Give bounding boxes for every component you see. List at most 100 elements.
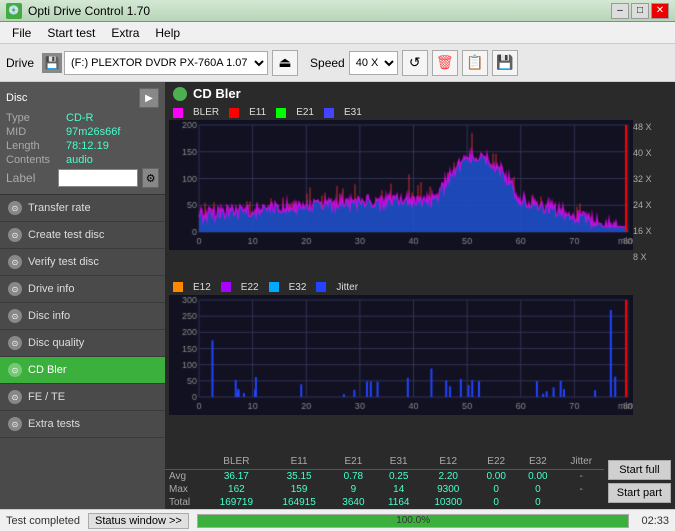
legend-e12-color <box>173 282 183 292</box>
col-header-e21: E21 <box>330 454 376 470</box>
col-header-jitter: Jitter <box>559 454 604 470</box>
copy-button[interactable]: 📋 <box>462 50 488 76</box>
total-jitter <box>559 496 604 509</box>
nav-verify-test-disc[interactable]: ⊙ Verify test disc <box>0 249 165 276</box>
max-bler: 162 <box>205 483 268 496</box>
nav-label-create: Create test disc <box>28 229 104 241</box>
app-title: Opti Drive Control 1.70 <box>28 4 150 18</box>
nav-transfer-rate[interactable]: ⊙ Transfer rate <box>0 195 165 222</box>
y-right-1: 48 X <box>633 122 671 132</box>
stats-avg-row: Avg 36.17 35.15 0.78 0.25 2.20 0.00 0.00… <box>165 470 604 484</box>
nav-disc-quality[interactable]: ⊙ Disc quality <box>0 330 165 357</box>
drive-label: Drive <box>6 56 34 70</box>
col-header-e22: E22 <box>475 454 517 470</box>
maximize-button[interactable]: □ <box>631 3 649 19</box>
refresh-button[interactable]: ↺ <box>402 50 428 76</box>
legend-e22-color <box>221 282 231 292</box>
y-right-2: 40 X <box>633 148 671 158</box>
bottom-chart <box>169 295 633 415</box>
chart-icon <box>173 87 187 101</box>
y-right-4: 24 X <box>633 200 671 210</box>
stats-area: BLER E11 E21 E31 E12 E22 E32 Jitter Avg <box>165 454 675 509</box>
total-e32: 0 <box>517 496 559 509</box>
save-button[interactable]: 💾 <box>492 50 518 76</box>
nav-icon-create: ⊙ <box>8 228 22 242</box>
avg-label: Avg <box>165 470 205 484</box>
nav-label-drive: Drive info <box>28 283 74 295</box>
col-header-e12: E12 <box>421 454 475 470</box>
progress-text: 100.0% <box>198 515 629 527</box>
avg-e21: 0.78 <box>330 470 376 484</box>
max-e31: 14 <box>376 483 421 496</box>
total-e22: 0 <box>475 496 517 509</box>
menu-extra[interactable]: Extra <box>103 24 147 42</box>
nav-fe-te[interactable]: ⊙ FE / TE <box>0 384 165 411</box>
nav-create-test-disc[interactable]: ⊙ Create test disc <box>0 222 165 249</box>
legend-e32-color <box>269 282 279 292</box>
nav-cd-bler[interactable]: ⊙ CD Bler <box>0 357 165 384</box>
nav-label-verify: Verify test disc <box>28 256 99 268</box>
nav-label-disc: Disc info <box>28 310 70 322</box>
nav-icon-transfer: ⊙ <box>8 201 22 215</box>
nav-disc-info[interactable]: ⊙ Disc info <box>0 303 165 330</box>
start-part-button[interactable]: Start part <box>608 483 671 503</box>
y-right-5: 16 X <box>633 226 671 236</box>
chart-header: CD Bler <box>165 82 675 105</box>
col-header-bler: BLER <box>205 454 268 470</box>
menu-help[interactable]: Help <box>147 24 188 42</box>
app-icon: 💿 <box>6 3 22 19</box>
contents-label: Contents <box>6 154 66 166</box>
label-label: Label <box>6 171 54 185</box>
eject-button[interactable]: ⏏ <box>272 50 298 76</box>
menu-start-test[interactable]: Start test <box>39 24 103 42</box>
avg-e22: 0.00 <box>475 470 517 484</box>
bottom-chart-container <box>169 295 671 455</box>
sidebar: Disc ▶ Type CD-R MID 97m26s66f Length 78… <box>0 82 165 509</box>
status-window-button[interactable]: Status window >> <box>88 513 189 529</box>
max-e12: 9300 <box>421 483 475 496</box>
top-chart-legend: BLER E11 E21 E31 <box>165 105 675 120</box>
stats-max-row: Max 162 159 9 14 9300 0 0 - <box>165 483 604 496</box>
legend-e21: E21 <box>296 107 314 118</box>
disc-arrow-button[interactable]: ▶ <box>139 88 159 108</box>
progress-bar: 100.0% <box>197 514 630 528</box>
max-jitter: - <box>559 483 604 496</box>
top-chart-container: 48 X 40 X 32 X 24 X 16 X 8 X <box>169 120 671 280</box>
disc-header-label: Disc <box>6 92 27 104</box>
nav-label-transfer: Transfer rate <box>28 202 91 214</box>
gear-button[interactable]: ⚙ <box>142 168 159 188</box>
stats-table: BLER E11 E21 E31 E12 E22 E32 Jitter Avg <box>165 454 604 509</box>
avg-jitter: - <box>559 470 604 484</box>
label-input[interactable] <box>58 169 138 187</box>
drive-dropdown[interactable]: (F:) PLEXTOR DVDR PX-760A 1.07 <box>64 51 268 75</box>
stats-total-row: Total 169719 164915 3640 1164 10300 0 0 <box>165 496 604 509</box>
nav-label-quality: Disc quality <box>28 337 84 349</box>
erase-button[interactable]: 🗑 <box>432 50 458 76</box>
bottom-chart-legend: E12 E22 E32 Jitter <box>165 280 675 295</box>
menu-file[interactable]: File <box>4 24 39 42</box>
titlebar: 💿 Opti Drive Control 1.70 – □ ✕ <box>0 0 675 22</box>
start-full-button[interactable]: Start full <box>608 460 671 480</box>
nav-extra-tests[interactable]: ⊙ Extra tests <box>0 411 165 438</box>
total-bler: 169719 <box>205 496 268 509</box>
nav-label-cdbler: CD Bler <box>28 364 67 376</box>
top-y-right: 48 X 40 X 32 X 24 X 16 X 8 X <box>633 120 671 280</box>
minimize-button[interactable]: – <box>611 3 629 19</box>
legend-e12: E12 <box>193 282 211 293</box>
main-area: Disc ▶ Type CD-R MID 97m26s66f Length 78… <box>0 82 675 509</box>
drive-icon: 💾 <box>42 53 62 73</box>
speed-dropdown[interactable]: 40 X <box>349 51 398 75</box>
legend-e32: E32 <box>289 282 307 293</box>
contents-value: audio <box>66 154 93 166</box>
disc-panel: Disc ▶ Type CD-R MID 97m26s66f Length 78… <box>0 82 165 195</box>
nav-drive-info[interactable]: ⊙ Drive info <box>0 276 165 303</box>
type-value: CD-R <box>66 112 94 124</box>
avg-e32: 0.00 <box>517 470 559 484</box>
col-header-empty <box>165 454 205 470</box>
close-button[interactable]: ✕ <box>651 3 669 19</box>
type-label: Type <box>6 112 66 124</box>
nav-icon-drive: ⊙ <box>8 282 22 296</box>
menubar: File Start test Extra Help <box>0 22 675 44</box>
drive-selector[interactable]: 💾 (F:) PLEXTOR DVDR PX-760A 1.07 <box>42 51 268 75</box>
nav-icon-quality: ⊙ <box>8 336 22 350</box>
